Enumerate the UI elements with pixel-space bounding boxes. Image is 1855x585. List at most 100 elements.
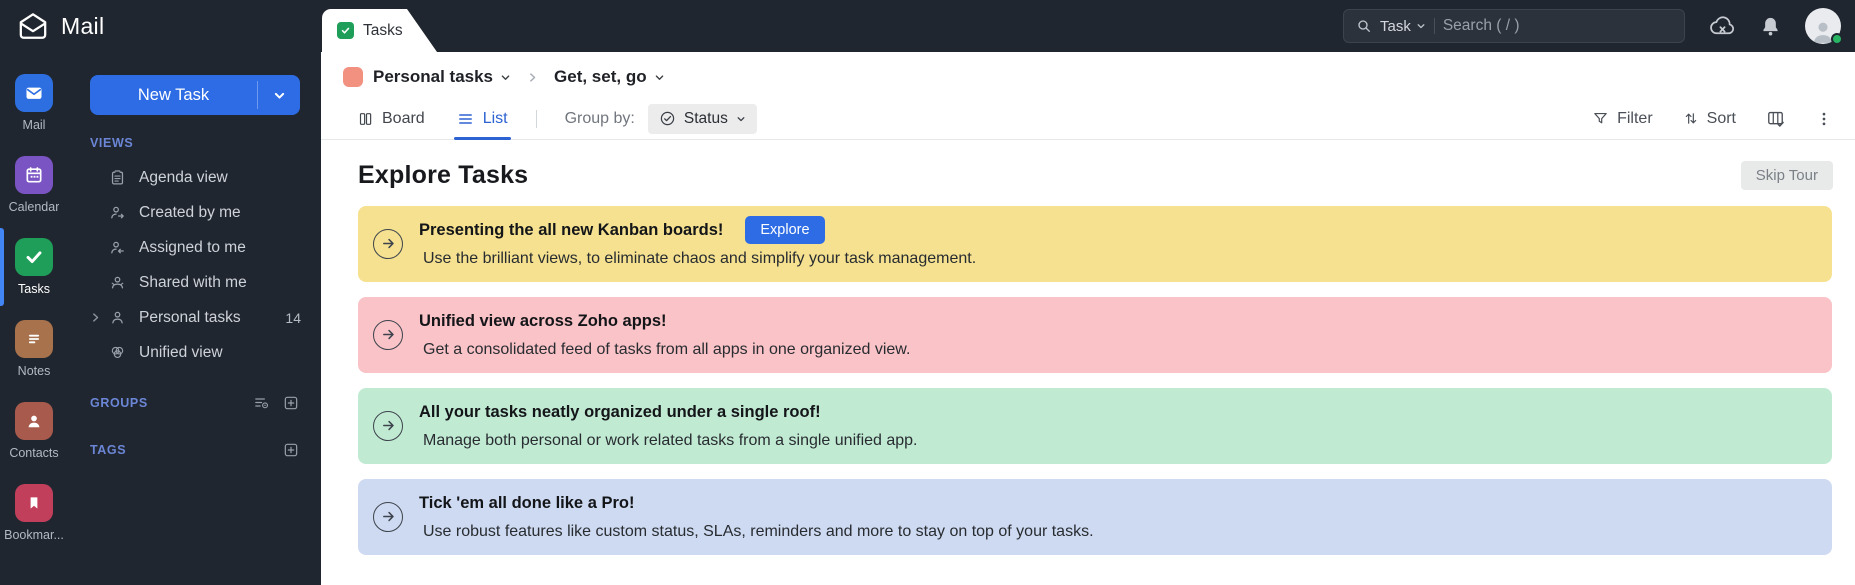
app-rail: Mail Calendar Tasks Notes Contacts Bookm… (0, 52, 68, 585)
agenda-icon (111, 170, 124, 185)
search-icon (1358, 20, 1370, 32)
view-toolbar: Board List Group by: Status Filter Sort (321, 98, 1855, 140)
sidebar-item-created-by-me[interactable]: Created by me (68, 195, 321, 230)
list-label: List (482, 109, 508, 127)
arrow-right-circle-icon[interactable] (373, 501, 403, 532)
zoho-mail-logo-icon (19, 13, 47, 39)
app-logo: Mail (16, 0, 104, 52)
chevron-down-icon (1417, 24, 1425, 29)
banner-subtitle: Use robust features like custom status, … (423, 523, 1094, 540)
board-label: Board (382, 109, 425, 127)
filter-button[interactable]: Filter (1592, 110, 1653, 128)
arrow-right-circle-icon[interactable] (373, 410, 403, 441)
board-icon (359, 112, 372, 125)
chevron-down-icon (274, 92, 284, 99)
tab-label: Tasks (363, 21, 403, 39)
rail-item-calendar[interactable]: Calendar (0, 156, 68, 214)
sidebar-item-unified-view[interactable]: Unified view (68, 335, 321, 370)
tab-slant-edge (406, 9, 437, 52)
rail-item-notes[interactable]: Notes (0, 320, 68, 378)
chevron-down-icon (501, 74, 510, 80)
status-check-circle-icon (660, 111, 675, 126)
sidebar-item-assigned-to-me[interactable]: Assigned to me (68, 230, 321, 265)
groups-section-row: GROUPS (90, 394, 299, 411)
search-scope-value: Task (1380, 17, 1411, 35)
notifications-bell-icon[interactable] (1760, 14, 1781, 38)
search-input[interactable] (1442, 17, 1672, 35)
arrow-right-circle-icon[interactable] (373, 228, 403, 259)
tour-banner-unified-view: Unified view across Zoho apps! Get a con… (358, 297, 1832, 373)
groups-section-header: GROUPS (90, 395, 148, 410)
sort-button[interactable]: Sort (1683, 110, 1736, 128)
sidebar-item-agenda-view[interactable]: Agenda view (68, 160, 321, 195)
tags-section-header: TAGS (90, 443, 127, 457)
sidebar-item-personal-tasks[interactable]: Personal tasks 14 (68, 300, 321, 335)
chevron-down-icon (655, 74, 663, 80)
cloud-offline-icon[interactable] (1709, 14, 1736, 38)
online-status-dot (1831, 33, 1843, 45)
rail-item-bookmarks[interactable]: Bookmar... (0, 484, 68, 542)
manage-groups-icon[interactable] (253, 394, 270, 411)
breadcrumb-project-label: Personal tasks (373, 67, 494, 86)
rail-item-label: Contacts (9, 446, 59, 460)
explore-button[interactable]: Explore (745, 216, 825, 244)
add-tag-icon[interactable] (283, 442, 299, 458)
filter-funnel-icon (1594, 112, 1607, 124)
group-by-status-dropdown[interactable]: Status (647, 103, 757, 134)
banner-subtitle: Use the brilliant views, to eliminate ch… (423, 250, 977, 267)
skip-tour-button[interactable]: Skip Tour (1740, 161, 1833, 190)
sidebar-item-label: Unified view (139, 343, 223, 361)
rail-item-label: Notes (17, 364, 51, 378)
sidebar-item-shared-with-me[interactable]: Shared with me (68, 265, 321, 300)
chevron-right-icon[interactable] (90, 312, 101, 323)
search-divider (1433, 18, 1435, 34)
person-arrow-right-icon (111, 206, 124, 219)
new-task-dropdown-button[interactable] (258, 75, 300, 115)
search-scope-dropdown[interactable]: Task (1380, 18, 1426, 35)
rail-item-tasks[interactable]: Tasks (0, 228, 68, 306)
sort-arrows-icon (1685, 113, 1696, 124)
tour-banner-single-roof: All your tasks neatly organized under a … (358, 388, 1832, 464)
breadcrumb-project-dropdown[interactable]: Personal tasks (373, 67, 511, 87)
person-share-icon (111, 276, 124, 289)
banner-subtitle: Manage both personal or work related tas… (423, 432, 918, 449)
new-task-button[interactable]: New Task (90, 75, 300, 115)
notes-icon (15, 320, 53, 358)
filter-label: Filter (1617, 109, 1653, 127)
calendar-icon (15, 156, 53, 194)
sort-label: Sort (1706, 109, 1736, 127)
tab-board-view[interactable]: Board (358, 98, 425, 139)
rail-item-label: Mail (22, 118, 46, 132)
user-avatar[interactable] (1805, 8, 1843, 45)
tab-tasks[interactable]: Tasks (322, 9, 437, 52)
tour-banner-list: Presenting the all new Kanban boards! Ex… (358, 206, 1832, 555)
bookmark-icon (15, 484, 53, 522)
tour-banner-kanban: Presenting the all new Kanban boards! Ex… (358, 206, 1832, 282)
add-group-icon[interactable] (283, 395, 299, 411)
search-bar[interactable]: Task (1343, 9, 1685, 43)
tour-banner-pro: Tick 'em all done like a Pro! Use robust… (358, 479, 1832, 555)
banner-subtitle: Get a consolidated feed of tasks from al… (423, 341, 911, 358)
rail-item-label: Calendar (8, 200, 60, 214)
rail-item-mail[interactable]: Mail (0, 74, 68, 132)
breadcrumb-section-label: Get, set, go (554, 67, 647, 86)
breadcrumb: Personal tasks Get, set, go (321, 52, 1855, 87)
arrow-right-circle-icon[interactable] (373, 319, 403, 350)
breadcrumb-section-dropdown[interactable]: Get, set, go (554, 67, 665, 87)
person-icon (112, 311, 123, 324)
sidebar-item-label: Shared with me (139, 273, 247, 291)
new-task-label: New Task (137, 85, 210, 104)
explore-header-row: Explore Tasks Skip Tour (358, 161, 1833, 190)
sidebar: New Task VIEWS Agenda view Created by me (68, 52, 321, 585)
banner-title: Tick 'em all done like a Pro! (419, 493, 635, 512)
project-color-swatch (343, 67, 363, 87)
sidebar-item-label: Agenda view (139, 168, 228, 186)
mail-icon (15, 74, 53, 112)
more-options-kebab-icon[interactable] (1815, 110, 1833, 128)
top-bar: Mail Task (0, 0, 1855, 52)
tab-list-view[interactable]: List (453, 98, 511, 140)
rail-item-contacts[interactable]: Contacts (0, 402, 68, 460)
manage-columns-icon[interactable] (1766, 109, 1785, 128)
chevron-right-icon (527, 72, 538, 83)
sidebar-item-label: Assigned to me (139, 238, 246, 256)
